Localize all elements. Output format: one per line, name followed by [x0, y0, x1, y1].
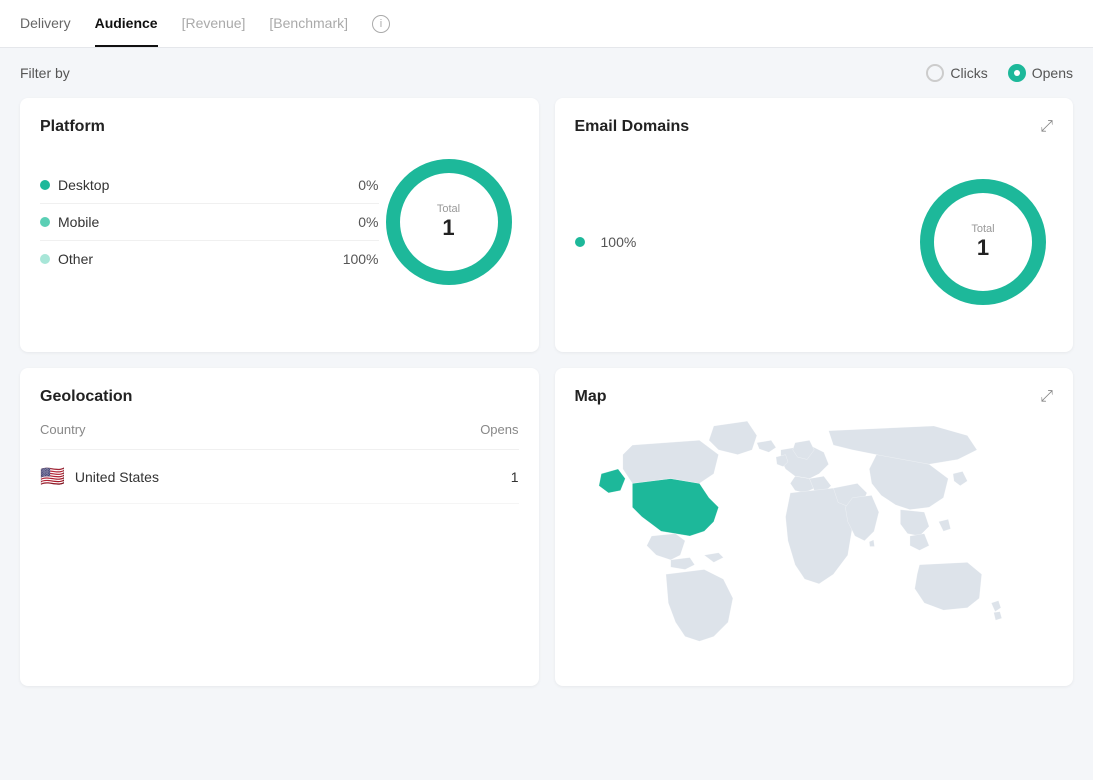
email-domains-donut-center: Total 1 [971, 223, 994, 261]
platform-donut-center: Total 1 [437, 203, 460, 241]
country-cell: 🇺🇸 United States [40, 450, 402, 504]
email-domain-pct: 100% [601, 234, 637, 250]
filter-options: Clicks Opens [926, 64, 1073, 82]
geolocation-header: Geolocation [40, 388, 519, 406]
platform-item-other: Other 100% [40, 241, 379, 277]
country-flag: 🇺🇸 [40, 464, 65, 489]
map-container [575, 406, 1054, 666]
top-navigation: Delivery Audience [Revenue] [Benchmark] … [0, 0, 1093, 48]
mobile-dot [40, 217, 50, 227]
email-domains-total-value: 1 [971, 235, 994, 261]
country-name: United States [75, 469, 159, 485]
email-domains-title: Email Domains [575, 118, 690, 136]
main-content: Platform Desktop 0% Mobile 0% [0, 98, 1093, 706]
email-domain-dot [575, 237, 585, 247]
email-domains-inner: 100% Total 1 [575, 152, 1054, 332]
platform-item-mobile: Mobile 0% [40, 204, 379, 241]
opens-radio[interactable]: Opens [1008, 64, 1073, 82]
clicks-radio-circle [926, 64, 944, 82]
filter-label: Filter by [20, 65, 70, 81]
platform-inner: Desktop 0% Mobile 0% Other 10 [40, 152, 519, 292]
platform-total-value: 1 [437, 215, 460, 241]
email-domains-expand-button[interactable]: ⤢ [1040, 118, 1053, 136]
platform-card: Platform Desktop 0% Mobile 0% [20, 98, 539, 352]
platform-card-header: Platform [40, 118, 519, 136]
platform-item-desktop: Desktop 0% [40, 167, 379, 204]
geolocation-card: Geolocation Country Opens 🇺🇸 United Stat… [20, 368, 539, 686]
mobile-label: Mobile [58, 214, 99, 230]
opens-label: Opens [1032, 65, 1073, 81]
email-domains-donut: Total 1 [913, 172, 1053, 312]
clicks-label: Clicks [950, 65, 987, 81]
nav-revenue[interactable]: [Revenue] [182, 1, 246, 47]
email-domains-header: Email Domains ⤢ [575, 118, 1054, 136]
geolocation-table: Country Opens 🇺🇸 United States 1 [40, 422, 519, 504]
other-pct: 100% [343, 251, 379, 267]
platform-total-label: Total [437, 203, 460, 215]
alaska-path [598, 469, 624, 493]
other-dot [40, 254, 50, 264]
geolocation-title: Geolocation [40, 388, 132, 406]
email-domains-total-label: Total [971, 223, 994, 235]
mobile-pct: 0% [358, 214, 378, 230]
clicks-radio[interactable]: Clicks [926, 64, 987, 82]
map-header: Map ⤢ [575, 388, 1054, 406]
platform-donut: Total 1 [379, 152, 519, 292]
desktop-dot [40, 180, 50, 190]
map-expand-button[interactable]: ⤢ [1040, 388, 1053, 406]
platform-title: Platform [40, 118, 105, 136]
desktop-label: Desktop [58, 177, 109, 193]
nav-benchmark[interactable]: [Benchmark] [269, 1, 348, 47]
platform-list: Desktop 0% Mobile 0% Other 10 [40, 167, 379, 277]
filter-bar: Filter by Clicks Opens [0, 48, 1093, 98]
world-map-svg [575, 406, 1054, 666]
other-label: Other [58, 251, 93, 267]
email-domains-card: Email Domains ⤢ 100% Total 1 [555, 98, 1074, 352]
info-icon[interactable]: i [372, 15, 390, 33]
opens-value: 1 [402, 450, 519, 504]
opens-column-header: Opens [402, 422, 519, 450]
opens-radio-circle [1008, 64, 1026, 82]
table-row: 🇺🇸 United States 1 [40, 450, 519, 504]
desktop-pct: 0% [358, 177, 378, 193]
email-domain-row: 100% [575, 234, 914, 250]
nav-delivery[interactable]: Delivery [20, 1, 71, 47]
usa-path [632, 479, 718, 536]
nav-audience[interactable]: Audience [95, 1, 158, 47]
map-card: Map ⤢ [555, 368, 1074, 686]
country-column-header: Country [40, 422, 402, 450]
map-title: Map [575, 388, 607, 406]
